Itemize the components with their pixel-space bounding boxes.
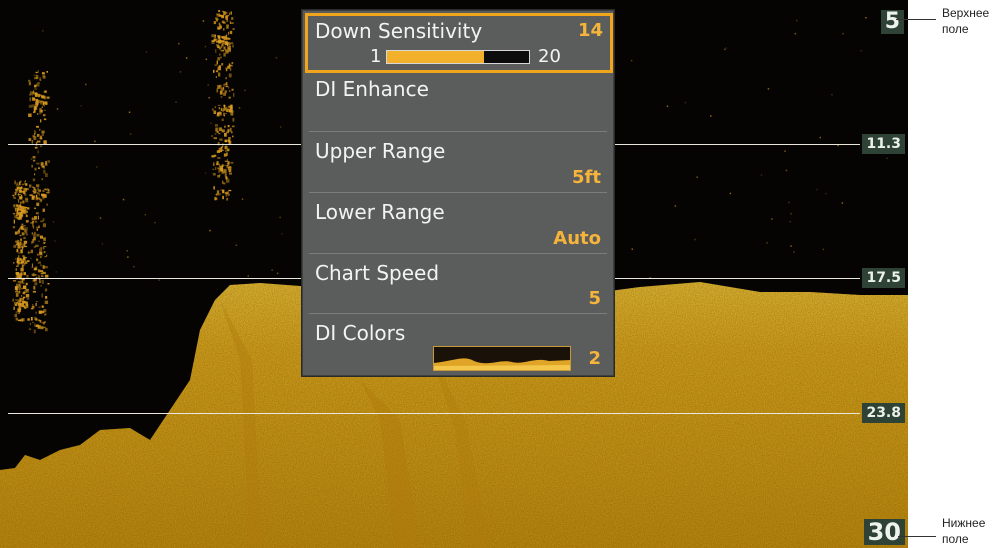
menu-item-chart-speed[interactable]: Chart Speed 5 [303,255,613,313]
upper-field-line-1: Верхнее [942,6,990,20]
menu-divider [309,313,607,314]
menu-item-upper-range[interactable]: Upper Range 5ft [303,133,613,191]
di-colors-value: 2 [588,348,601,369]
di-color-palette-preview [433,346,571,371]
upper-field-line-2: поле [942,22,969,36]
depth-mark-2: 17.5 [862,268,905,288]
di-enhance-label: DI Enhance [315,77,429,101]
lower-field-line-2: поле [942,532,969,546]
menu-item-di-enhance[interactable]: DI Enhance [303,73,613,131]
sonar-settings-menu: Down Sensitivity 14 1 20 DI Enhance Uppe… [302,10,614,376]
lower-field-annotation: Нижнее поле [942,515,985,547]
sensitivity-slider-fill [387,51,484,63]
menu-divider [309,253,607,254]
upper-range-label: Upper Range [315,139,446,163]
chart-speed-value: 5 [588,288,601,309]
down-sensitivity-label: Down Sensitivity [315,19,483,43]
lower-range-value: Auto [553,228,601,249]
depth-line-3 [8,413,860,414]
depth-bottom-label: 30 [863,519,905,545]
down-sensitivity-value: 14 [577,20,603,41]
di-colors-label: DI Colors [315,321,406,345]
depth-mark-3: 23.8 [862,403,905,423]
menu-divider [309,131,607,132]
slider-min-label: 1 [370,46,382,67]
menu-item-lower-range[interactable]: Lower Range Auto [303,194,613,252]
down-sensitivity-item[interactable]: Down Sensitivity 14 1 20 [305,13,613,73]
upper-field-annotation: Верхнее поле [942,5,989,37]
depth-top-label: 5 [880,10,904,34]
sonar-display: 5 11.3 17.5 23.8 30 Down Sensitivity 14 … [0,0,908,548]
lower-field-line-1: Нижнее [942,516,986,530]
chart-speed-label: Chart Speed [315,261,440,285]
slider-max-label: 20 [538,46,561,67]
upper-range-value: 5ft [572,167,601,188]
upper-field-pointer [896,19,936,20]
lower-field-pointer [898,536,936,537]
sensitivity-slider[interactable] [386,50,530,64]
menu-divider [309,192,607,193]
depth-mark-1: 11.3 [862,134,905,154]
lower-range-label: Lower Range [315,200,445,224]
